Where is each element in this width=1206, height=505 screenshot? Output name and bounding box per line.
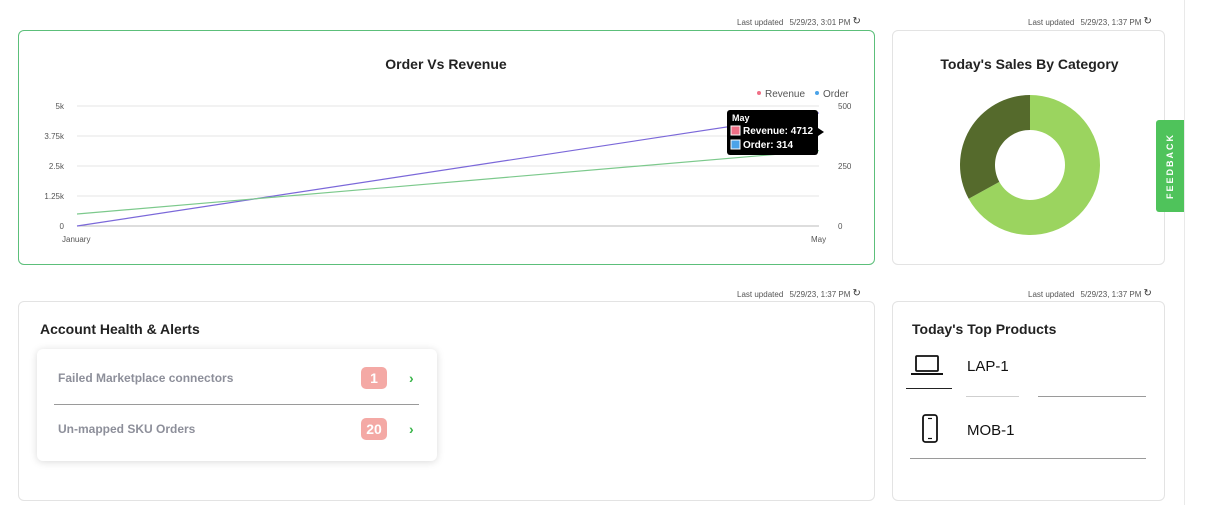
tooltip-title: May bbox=[732, 113, 750, 123]
right-axis-tick: 0 bbox=[838, 222, 843, 231]
legend-revenue-label[interactable]: Revenue bbox=[765, 89, 805, 100]
x-axis-tick: May bbox=[811, 235, 826, 244]
top-products-title: Today's Top Products bbox=[912, 321, 1057, 337]
product-label: LAP-1 bbox=[967, 358, 1009, 375]
product-tab-underline bbox=[906, 388, 952, 389]
chart-grid bbox=[77, 105, 819, 227]
right-axis-tick: 500 bbox=[838, 102, 852, 111]
legend-order-marker bbox=[815, 91, 819, 95]
chevron-right-icon[interactable]: › bbox=[409, 370, 419, 386]
series-line-order bbox=[76, 150, 820, 215]
donut-slice[interactable] bbox=[960, 95, 1030, 199]
left-axis-tick: 1.25k bbox=[44, 192, 65, 201]
tooltip-revenue-swatch bbox=[730, 125, 741, 136]
right-axis-tick: 250 bbox=[838, 162, 852, 171]
product-divider bbox=[1038, 396, 1146, 397]
product-label: MOB-1 bbox=[967, 422, 1015, 439]
order-revenue-card: Order Vs Revenue Revenue Order 5k 3.75k 2.… bbox=[18, 30, 875, 265]
alerts-panel: Failed Marketplace connectors 1 › Un-map… bbox=[37, 349, 437, 461]
chart-title: Order Vs Revenue bbox=[385, 56, 507, 72]
feedback-tab[interactable]: FEEDBACK bbox=[1156, 120, 1184, 212]
legend-order-label[interactable]: Order bbox=[823, 89, 849, 100]
last-updated-account-health: Last updated 5/29/23, 1:37 PM ↻ bbox=[737, 288, 861, 299]
chevron-right-icon[interactable]: › bbox=[409, 421, 419, 437]
left-axis: 5k 3.75k 2.5k 1.25k 0 bbox=[44, 102, 65, 231]
product-divider bbox=[966, 396, 1019, 397]
alert-count-badge: 20 bbox=[361, 418, 387, 440]
tooltip-order-swatch bbox=[730, 139, 741, 150]
x-axis: January May bbox=[62, 235, 826, 244]
chart-legend: Revenue Order bbox=[757, 89, 849, 100]
laptop-icon bbox=[911, 355, 943, 375]
product-divider bbox=[910, 458, 1146, 459]
series-line-revenue bbox=[76, 112, 820, 227]
left-axis-tick: 3.75k bbox=[44, 132, 65, 141]
alert-row-unmapped-sku[interactable]: Un-mapped SKU Orders 20 › bbox=[54, 404, 419, 454]
page-scroll-divider bbox=[1184, 0, 1185, 505]
top-products-card: Today's Top Products bbox=[892, 301, 1165, 501]
account-health-title: Account Health & Alerts bbox=[40, 321, 200, 337]
alert-row-failed-connectors[interactable]: Failed Marketplace connectors 1 › bbox=[54, 353, 419, 403]
chart-lines bbox=[76, 112, 820, 227]
refresh-icon[interactable]: ↻ bbox=[852, 289, 860, 299]
feedback-label: FEEDBACK bbox=[1165, 132, 1176, 200]
alert-label: Un-mapped SKU Orders bbox=[58, 422, 196, 436]
refresh-icon[interactable]: ↻ bbox=[852, 17, 860, 27]
tooltip-revenue: Revenue: 4712 bbox=[743, 126, 813, 137]
legend-revenue-marker bbox=[757, 91, 761, 95]
last-updated-top-products: Last updated 5/29/23, 1:37 PM ↻ bbox=[1028, 288, 1152, 299]
left-axis-tick: 2.5k bbox=[49, 162, 65, 171]
tooltip-order: Order: 314 bbox=[743, 140, 793, 151]
sales-category-card: Today's Sales By Category bbox=[892, 30, 1165, 265]
last-updated-sales-category: Last updated 5/29/23, 1:37 PM ↻ bbox=[1028, 16, 1152, 27]
category-donut-chart bbox=[960, 95, 1100, 235]
order-revenue-chart: Order Vs Revenue Revenue Order 5k 3.75k 2.… bbox=[44, 56, 852, 244]
refresh-icon[interactable]: ↻ bbox=[1143, 17, 1151, 27]
right-axis: 500 250 0 bbox=[838, 102, 852, 231]
tooltip-pointer bbox=[818, 128, 824, 136]
chart-tooltip: May Revenue: 4712 Order: 314 bbox=[727, 110, 824, 155]
mobile-icon bbox=[922, 414, 938, 443]
refresh-icon[interactable]: ↻ bbox=[1143, 289, 1151, 299]
left-axis-tick: 5k bbox=[56, 102, 65, 111]
x-axis-tick: January bbox=[62, 235, 90, 244]
alert-label: Failed Marketplace connectors bbox=[58, 371, 234, 385]
alert-count-badge: 1 bbox=[361, 367, 387, 389]
sales-category-title: Today's Sales By Category bbox=[940, 56, 1119, 72]
last-updated-order-revenue: Last updated 5/29/23, 3:01 PM ↻ bbox=[737, 16, 861, 27]
left-axis-tick: 0 bbox=[60, 222, 65, 231]
